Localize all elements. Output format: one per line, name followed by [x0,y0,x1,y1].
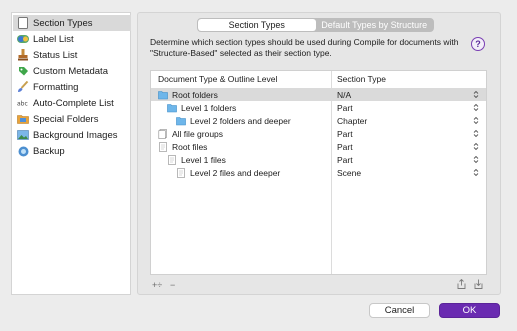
ok-button[interactable]: OK [439,303,500,318]
section-type-select[interactable]: Scene [337,166,361,179]
share-icon[interactable] [457,279,466,289]
sidebar-item-background-images[interactable]: Background Images [13,127,131,143]
sidebar-item-label: Label List [33,33,74,45]
row-name-cell: Level 2 folders and deeper [176,114,291,127]
sidebar-item-special-folders[interactable]: Special Folders [13,111,131,127]
row-name-label: Level 1 folders [181,102,237,113]
section-type-select[interactable]: Part [337,127,353,140]
table-row[interactable]: Level 1 files Part [151,153,486,166]
sidebar-item-custom-metadata[interactable]: Custom Metadata [13,63,131,79]
section-type-select[interactable]: Chapter [337,114,367,127]
sidebar-item-label: Section Types [33,17,93,29]
sidebar-item-formatting[interactable]: Formatting [13,79,131,95]
label-toggle-icon [17,33,29,45]
sidebar: Section Types Label List Status List Cus… [11,12,131,295]
sidebar-item-auto-complete-list[interactable]: abc Auto-Complete List [13,95,131,111]
tab-section-types[interactable]: Section Types [198,19,316,31]
tab-default-types-by-structure[interactable]: Default Types by Structure [316,19,434,31]
help-button[interactable]: ? [471,37,485,51]
table-row[interactable]: Root folders N/A [151,88,486,101]
folder-icon [176,116,186,125]
select-stepper-icon[interactable] [473,142,479,151]
file-icon [168,154,176,165]
select-stepper-icon[interactable] [473,103,479,112]
select-stepper-icon[interactable] [473,90,479,99]
section-type-select[interactable]: N/A [337,88,351,101]
row-name-cell: All file groups [158,127,223,140]
table-row[interactable]: All file groups Part [151,127,486,140]
sidebar-item-label: Formatting [33,81,79,93]
folder-icon [167,103,177,112]
sidebar-item-label: Background Images [33,129,118,141]
section-type-select[interactable]: Part [337,153,353,166]
structure-table: Document Type & Outline Level Section Ty… [150,70,487,275]
row-name-label: All file groups [172,128,224,139]
stamp-icon [17,49,29,61]
abc-icon: abc [17,97,29,109]
column-header-name[interactable]: Document Type & Outline Level [158,71,277,87]
table-row[interactable]: Root files Part [151,140,486,153]
svg-text:abc: abc [17,101,28,108]
sidebar-item-label: Auto-Complete List [33,97,114,109]
sidebar-item-status-list[interactable]: Status List [13,47,131,63]
cancel-button[interactable]: Cancel [369,303,430,318]
sidebar-item-section-types[interactable]: Section Types [13,15,131,31]
preferences-window: Section Types Label List Status List Cus… [0,0,517,331]
remove-button[interactable]: − [170,280,175,290]
sidebar-item-label: Backup [33,145,65,157]
sidebar-item-backup[interactable]: Backup [13,143,131,159]
add-button[interactable]: +÷ [152,280,162,290]
file-icon [177,167,185,178]
table-row[interactable]: Level 1 folders Part [151,101,486,114]
row-name-cell: Level 1 folders [167,101,236,114]
special-folder-icon [17,113,29,125]
row-name-label: Root files [172,141,208,152]
section-type-select[interactable]: Part [337,101,353,114]
description-text: Determine which section types should be … [150,37,459,58]
sidebar-item-label: Special Folders [33,113,99,125]
select-stepper-icon[interactable] [473,129,479,138]
sidebar-item-label-list[interactable]: Label List [13,31,131,47]
row-name-label: Level 2 files and deeper [190,167,281,178]
row-name-label: Root folders [172,89,218,100]
folder-icon [158,90,168,99]
section-type-select[interactable]: Part [337,140,353,153]
select-stepper-icon[interactable] [473,168,479,177]
row-name-cell: Level 2 files and deeper [176,166,280,179]
sidebar-item-label: Status List [33,49,78,61]
table-row[interactable]: Level 2 folders and deeper Chapter [151,114,486,127]
row-name-cell: Level 1 files [167,153,226,166]
import-icon[interactable] [474,279,483,289]
paintbrush-icon [17,81,29,93]
select-stepper-icon[interactable] [473,116,479,125]
document-icon [17,17,29,29]
column-header-type[interactable]: Section Type [337,71,386,87]
table-row[interactable]: Level 2 files and deeper Scene [151,166,486,179]
row-name-cell: Root folders [158,88,218,101]
image-icon [17,129,29,141]
tab-switcher: Section Types Default Types by Structure [197,18,434,32]
metadata-tag-icon [17,65,29,77]
row-name-cell: Root files [158,140,207,153]
file-group-icon [158,128,167,139]
row-name-label: Level 2 folders and deeper [190,115,291,126]
sidebar-item-label: Custom Metadata [33,65,108,77]
backup-icon [17,145,29,157]
row-name-label: Level 1 files [181,154,226,165]
select-stepper-icon[interactable] [473,155,479,164]
file-icon [159,141,167,152]
